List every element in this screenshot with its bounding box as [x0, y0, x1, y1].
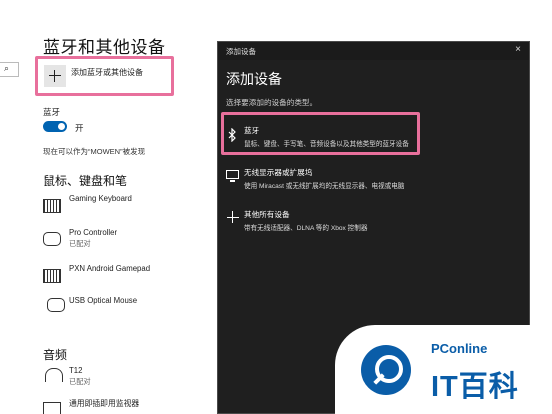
option-desc: 使用 Miracast 或无线扩展坞的无线显示器、电视或电脑: [244, 183, 405, 190]
page-title: 蓝牙和其他设备: [43, 38, 166, 57]
option-wireless-display[interactable]: 无线显示器或扩展坞 使用 Miracast 或无线扩展坞的无线显示器、电视或电脑: [218, 164, 531, 204]
dialog-subtitle: 选择要添加的设备的类型。: [226, 98, 318, 107]
add-device-button[interactable]: 添加蓝牙或其他设备: [35, 56, 174, 96]
watermark-small: PConline: [431, 341, 488, 356]
section-keyboard-mouse: 鼠标、键盘和笔: [43, 174, 128, 188]
keyboard-icon: [43, 199, 61, 213]
search-logo-icon: [361, 345, 411, 395]
option-title: 其他所有设备: [244, 210, 290, 219]
device-name: 通用即插即用监视器: [69, 399, 140, 408]
mouse-icon: [47, 298, 65, 312]
close-icon[interactable]: ×: [515, 44, 521, 55]
monitor-icon: [43, 402, 61, 414]
device-name: Gaming Keyboard: [69, 194, 132, 203]
discoverable-text: 现在可以作为“MOWEN”被发现: [43, 147, 146, 156]
add-device-label: 添加蓝牙或其他设备: [71, 68, 143, 77]
search-box[interactable]: ⌕: [0, 62, 19, 77]
add-icon: [44, 65, 66, 87]
search-icon: ⌕: [4, 63, 10, 73]
option-other-devices[interactable]: 其他所有设备 带有无线适配器、DLNA 等的 Xbox 控制器: [218, 206, 531, 246]
dialog-bar-title: 添加设备: [226, 47, 256, 56]
option-title: 无线显示器或扩展坞: [244, 168, 313, 177]
bluetooth-option-highlight: [221, 112, 420, 155]
bluetooth-toggle[interactable]: [43, 121, 67, 132]
device-name: USB Optical Mouse: [69, 296, 138, 305]
monitor-icon: [226, 170, 239, 182]
bluetooth-label: 蓝牙: [43, 107, 61, 117]
watermark: PConline IT百科: [335, 325, 552, 414]
device-name: T12: [69, 366, 83, 375]
keyboard-icon: [43, 269, 61, 283]
headset-icon: [45, 368, 63, 382]
device-name: Pro Controller: [69, 228, 118, 237]
bluetooth-state: 开: [75, 123, 84, 133]
device-name: PXN Android Gamepad: [69, 264, 151, 273]
watermark-big: IT百科: [431, 371, 519, 403]
option-desc: 带有无线适配器、DLNA 等的 Xbox 控制器: [244, 225, 368, 232]
plus-icon: [227, 211, 239, 223]
section-audio: 音频: [43, 348, 68, 362]
gamepad-icon: [43, 232, 61, 246]
dialog-title-bar: 添加设备 ×: [218, 42, 529, 60]
device-status: 已配对: [69, 239, 91, 248]
device-status: 已配对: [69, 377, 91, 386]
dialog-heading: 添加设备: [226, 71, 282, 87]
